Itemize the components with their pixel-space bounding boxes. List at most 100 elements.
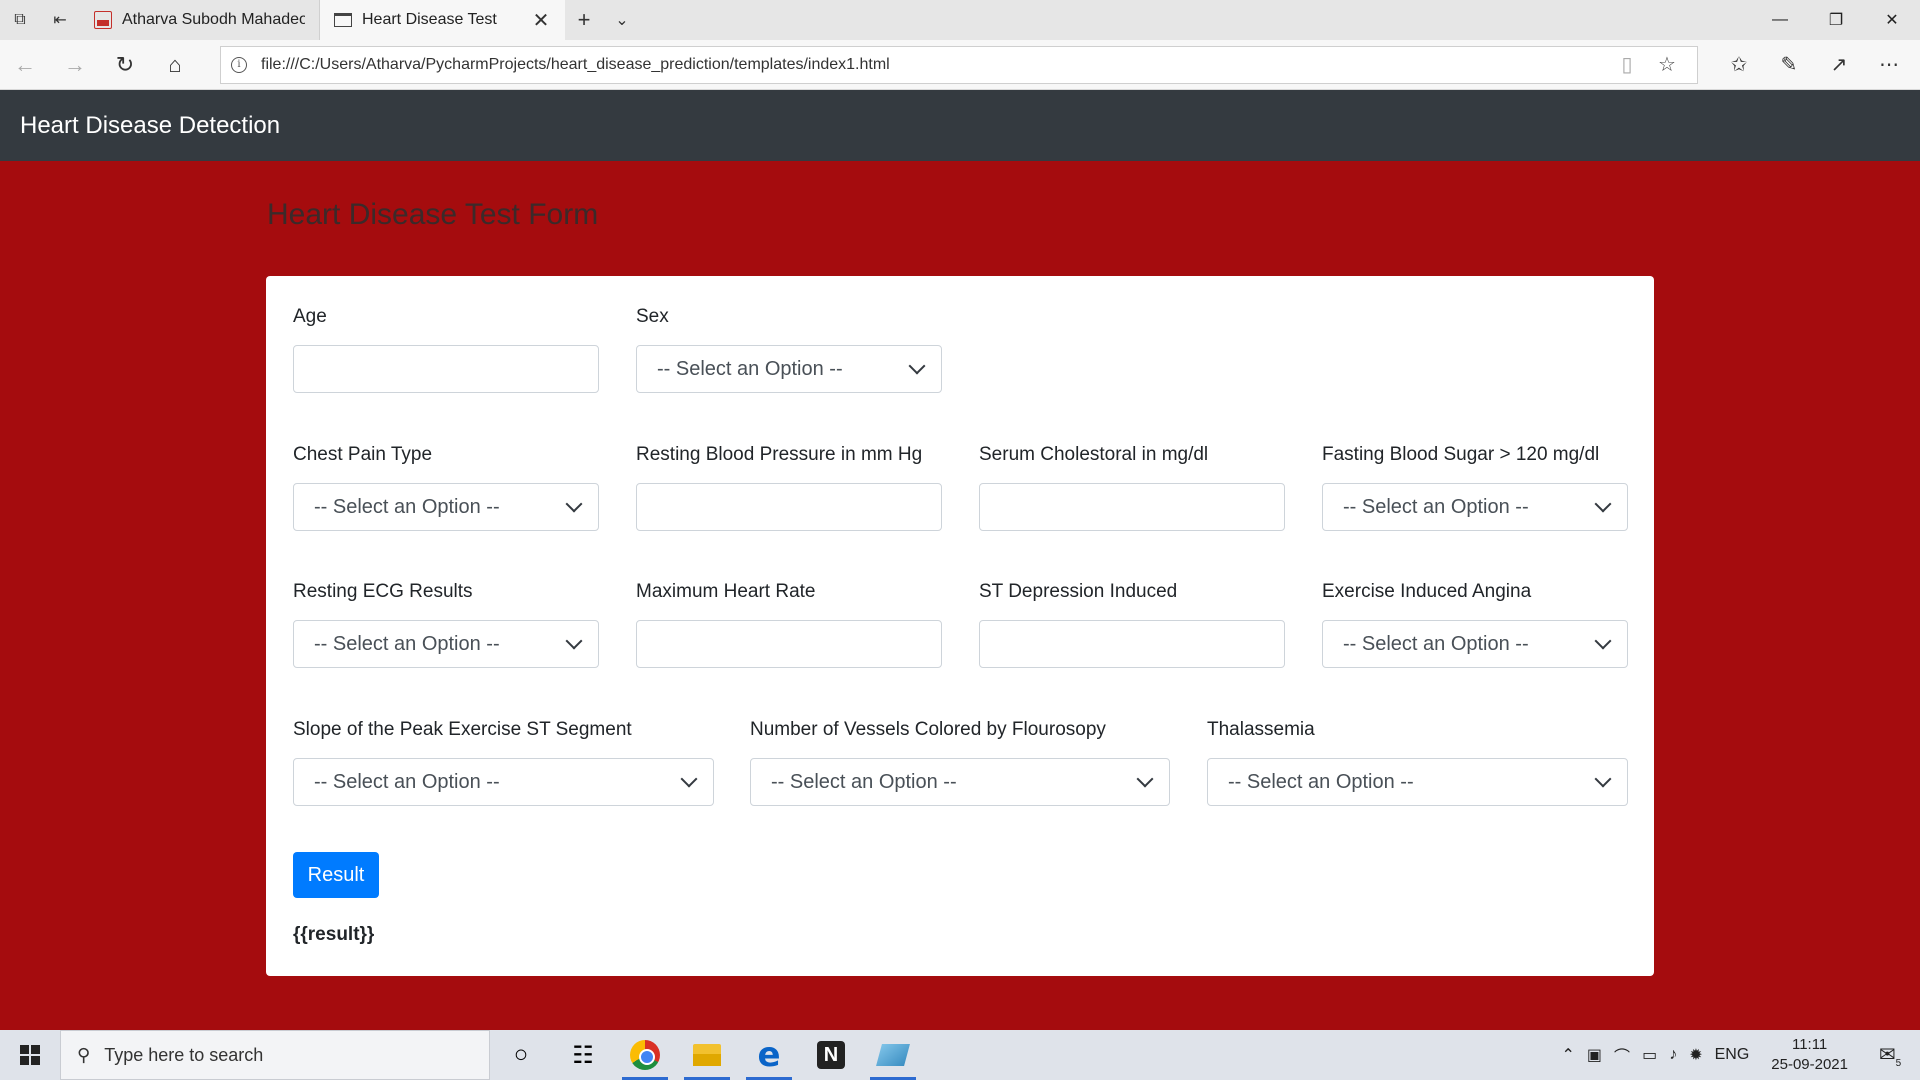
chevron-down-icon <box>680 770 698 788</box>
notification-icon[interactable]: ✉5 <box>1870 1042 1910 1069</box>
select-value: -- Select an Option -- <box>771 770 957 793</box>
file-explorer-icon[interactable] <box>676 1030 738 1080</box>
windows-taskbar: ⚲ Type here to search ○ ☷ e N ⌃ ▣ ⌒ ▭ ♪ … <box>0 1030 1920 1080</box>
select-value: -- Select an Option -- <box>314 495 500 518</box>
chevron-down-icon[interactable]: ⌄ <box>603 0 641 40</box>
chevron-down-icon <box>565 632 583 650</box>
restore-icon[interactable]: ❐ <box>1808 0 1864 40</box>
clock-time: 11:11 <box>1791 1036 1828 1053</box>
app-tray-icon[interactable]: ✹ <box>1689 1045 1702 1065</box>
info-icon[interactable]: i <box>231 56 247 73</box>
max-hr-label: Maximum Heart Rate <box>636 581 816 602</box>
address-bar[interactable]: i file:///C:/Users/Atharva/PycharmProjec… <box>220 45 1698 84</box>
new-tab-icon[interactable]: + <box>565 0 603 40</box>
select-value: -- Select an Option -- <box>1343 495 1529 518</box>
tab-pdf-document[interactable]: Atharva Subodh Mahadeokar <box>80 0 320 40</box>
close-window-icon[interactable]: ✕ <box>1864 0 1920 40</box>
pdf-icon <box>94 11 112 29</box>
pen-icon[interactable]: ✎ <box>1764 52 1814 77</box>
exang-select[interactable]: -- Select an Option -- <box>1322 620 1628 668</box>
refresh-icon[interactable]: ↻ <box>100 40 150 90</box>
navbar: Heart Disease Detection <box>0 90 1920 161</box>
ecg-label: Resting ECG Results <box>293 581 473 602</box>
slope-label: Slope of the Peak Exercise ST Segment <box>293 719 632 740</box>
taskbar-search-box[interactable]: ⚲ Type here to search <box>60 1030 490 1080</box>
slope-select[interactable]: -- Select an Option -- <box>293 758 714 806</box>
notion-app-icon[interactable]: N <box>800 1030 862 1080</box>
navbar-brand[interactable]: Heart Disease Detection <box>20 112 280 140</box>
back-arrow-icon[interactable]: ← <box>0 40 50 90</box>
st-depression-input[interactable] <box>979 620 1285 668</box>
result-output: {{result}} <box>293 924 375 945</box>
vessels-select[interactable]: -- Select an Option -- <box>750 758 1170 806</box>
share-icon[interactable]: ↗ <box>1814 52 1864 77</box>
more-icon[interactable]: ⋯ <box>1864 52 1914 77</box>
url-text[interactable]: file:///C:/Users/Atharva/PycharmProjects… <box>261 56 1607 74</box>
forward-arrow-icon[interactable]: → <box>50 40 100 90</box>
home-icon[interactable]: ⌂ <box>150 40 200 90</box>
chrome-app-icon[interactable] <box>614 1030 676 1080</box>
chevron-down-icon <box>1594 495 1612 513</box>
fbs-select[interactable]: -- Select an Option -- <box>1322 483 1628 531</box>
tab-title: Heart Disease Test <box>362 11 497 28</box>
fbs-label: Fasting Blood Sugar > 120 mg/dl <box>1322 444 1600 465</box>
favorite-star-icon[interactable]: ☆ <box>1647 52 1687 77</box>
vessels-label: Number of Vessels Colored by Flourosopy <box>750 719 1106 740</box>
tab-heart-disease-test[interactable]: Heart Disease Test ✕ <box>320 0 565 40</box>
ecg-select[interactable]: -- Select an Option -- <box>293 620 599 668</box>
search-icon: ⚲ <box>77 1044 91 1065</box>
show-hidden-icons-icon[interactable]: ⌃ <box>1562 1045 1575 1065</box>
chevron-down-icon <box>908 357 926 375</box>
st-depression-group: ST Depression Induced <box>979 579 1285 668</box>
resting-bp-input[interactable] <box>636 483 942 531</box>
window-controls: — ❐ ✕ <box>1752 0 1920 40</box>
slope-group: Slope of the Peak Exercise ST Segment --… <box>293 717 714 806</box>
thal-select[interactable]: -- Select an Option -- <box>1207 758 1628 806</box>
max-hr-input[interactable] <box>636 620 942 668</box>
cholesterol-input[interactable] <box>979 483 1285 531</box>
exang-group: Exercise Induced Angina -- Select an Opt… <box>1322 579 1628 668</box>
st-depression-label: ST Depression Induced <box>979 581 1178 602</box>
start-button[interactable] <box>0 1030 60 1080</box>
set-tabs-aside-icon[interactable]: ⇤ <box>40 0 80 40</box>
form-card: Age Sex -- Select an Option -- Chest Pai… <box>266 276 1654 976</box>
task-view-icon[interactable]: ☷ <box>552 1030 614 1080</box>
tab-title: Atharva Subodh Mahadeokar <box>122 11 305 28</box>
language-indicator[interactable]: ENG <box>1715 1046 1750 1064</box>
chest-pain-label: Chest Pain Type <box>293 444 433 465</box>
ecg-group: Resting ECG Results -- Select an Option … <box>293 579 599 668</box>
address-toolbar: ← → ↻ ⌂ i file:///C:/Users/Atharva/Pycha… <box>0 40 1920 90</box>
sex-select[interactable]: -- Select an Option -- <box>636 345 942 393</box>
cortana-icon[interactable]: ○ <box>490 1030 552 1080</box>
result-button[interactable]: Result <box>293 852 379 898</box>
age-input[interactable] <box>293 345 599 393</box>
clock-date: 25-09-2021 <box>1771 1056 1848 1073</box>
select-value: -- Select an Option -- <box>1228 770 1414 793</box>
browser-toolbar-right: ✩ ✎ ↗ ⋯ <box>1714 52 1914 77</box>
edge-browser-icon[interactable]: e <box>738 1030 800 1080</box>
search-placeholder: Type here to search <box>104 1044 264 1065</box>
wifi-icon[interactable]: ⌒ <box>1614 1043 1630 1067</box>
max-hr-group: Maximum Heart Rate <box>636 579 942 668</box>
tab-actions-icon[interactable]: ⧉ <box>0 0 40 40</box>
reading-view-icon[interactable]: ▯ <box>1607 52 1647 77</box>
cholesterol-group: Serum Cholestoral in mg/dl <box>979 442 1285 531</box>
battery-icon[interactable]: ▭ <box>1642 1045 1657 1065</box>
resting-bp-group: Resting Blood Pressure in mm Hg <box>636 442 942 531</box>
minimize-icon[interactable]: — <box>1752 0 1808 40</box>
network-status-icon[interactable]: ▣ <box>1587 1045 1602 1065</box>
favorites-list-icon[interactable]: ✩ <box>1714 52 1764 77</box>
exang-label: Exercise Induced Angina <box>1322 581 1532 602</box>
package-app-icon[interactable] <box>862 1030 924 1080</box>
chest-pain-select[interactable]: -- Select an Option -- <box>293 483 599 531</box>
thal-group: Thalassemia -- Select an Option -- <box>1207 717 1628 806</box>
close-tab-icon[interactable]: ✕ <box>531 8 551 33</box>
volume-icon[interactable]: ♪ <box>1669 1046 1677 1064</box>
windows-logo-icon <box>20 1045 40 1065</box>
resting-bp-label: Resting Blood Pressure in mm Hg <box>636 444 923 465</box>
page-title: Heart Disease Test Form <box>267 198 599 231</box>
vessels-group: Number of Vessels Colored by Flourosopy … <box>750 717 1170 806</box>
chevron-down-icon <box>1594 632 1612 650</box>
sex-label: Sex <box>636 306 669 327</box>
clock[interactable]: 11:11 25-09-2021 <box>1761 1035 1858 1075</box>
